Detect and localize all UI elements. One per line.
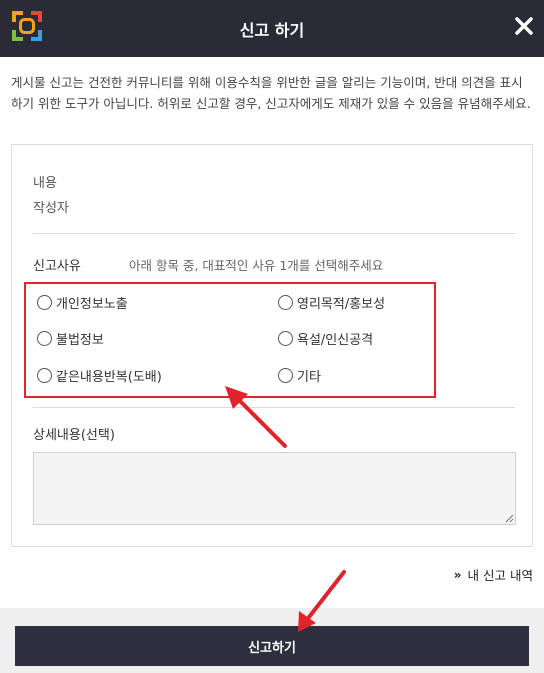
radio-button[interactable] (278, 295, 293, 310)
close-icon[interactable] (512, 14, 536, 38)
my-report-history-link[interactable]: » 내 신고 내역 (454, 565, 533, 584)
reason-option-label: 기타 (297, 370, 321, 385)
divider (33, 407, 515, 408)
content-label: 내용 (33, 176, 57, 191)
radio-button[interactable] (37, 368, 52, 383)
radio-button[interactable] (37, 295, 52, 310)
reason-option-commercial[interactable]: 영리목적/홍보성 (278, 293, 385, 312)
report-notice: 게시물 신고는 건전한 커뮤니티를 위해 이용수칙을 위반한 글을 알리는 기능… (11, 75, 531, 111)
reason-option-label: 영리목적/홍보성 (297, 297, 386, 312)
dialog-title: 신고 하기 (239, 21, 305, 40)
reason-option-label: 욕설/인신공격 (297, 333, 374, 348)
radio-button[interactable] (37, 331, 52, 346)
radio-button[interactable] (278, 331, 293, 346)
history-link-label: 내 신고 내역 (467, 568, 533, 583)
reason-option-abuse[interactable]: 욕설/인신공격 (278, 329, 373, 348)
resize-grip-icon[interactable] (505, 514, 514, 523)
reason-title: 신고사유 (33, 259, 81, 274)
reason-hint: 아래 항목 중, 대표적인 사유 1개를 선택해주세요 (129, 258, 384, 273)
divider (33, 233, 515, 234)
reason-option-label: 불법정보 (56, 333, 104, 348)
submit-report-button[interactable]: 신고하기 (15, 626, 529, 666)
reason-option-label: 개인정보노출 (56, 297, 128, 312)
detail-textarea[interactable] (33, 452, 516, 525)
reason-option-other[interactable]: 기타 (278, 366, 321, 385)
radio-button[interactable] (278, 368, 293, 383)
dialog-header: 신고 하기 (0, 0, 544, 57)
report-form-panel: 내용 작성자 신고사유 아래 항목 중, 대표적인 사유 1개를 선택해주세요 … (11, 144, 533, 547)
reason-option-illegal-info[interactable]: 불법정보 (37, 329, 104, 348)
double-chevron-right-icon: » (453, 567, 462, 582)
reason-option-personal-info[interactable]: 개인정보노출 (37, 293, 128, 312)
reason-option-label: 같은내용반복(도배) (56, 370, 162, 385)
author-label: 작성자 (33, 201, 69, 216)
reason-option-spam[interactable]: 같은내용반복(도배) (37, 366, 162, 385)
detail-title: 상세내용(선택) (33, 428, 115, 443)
